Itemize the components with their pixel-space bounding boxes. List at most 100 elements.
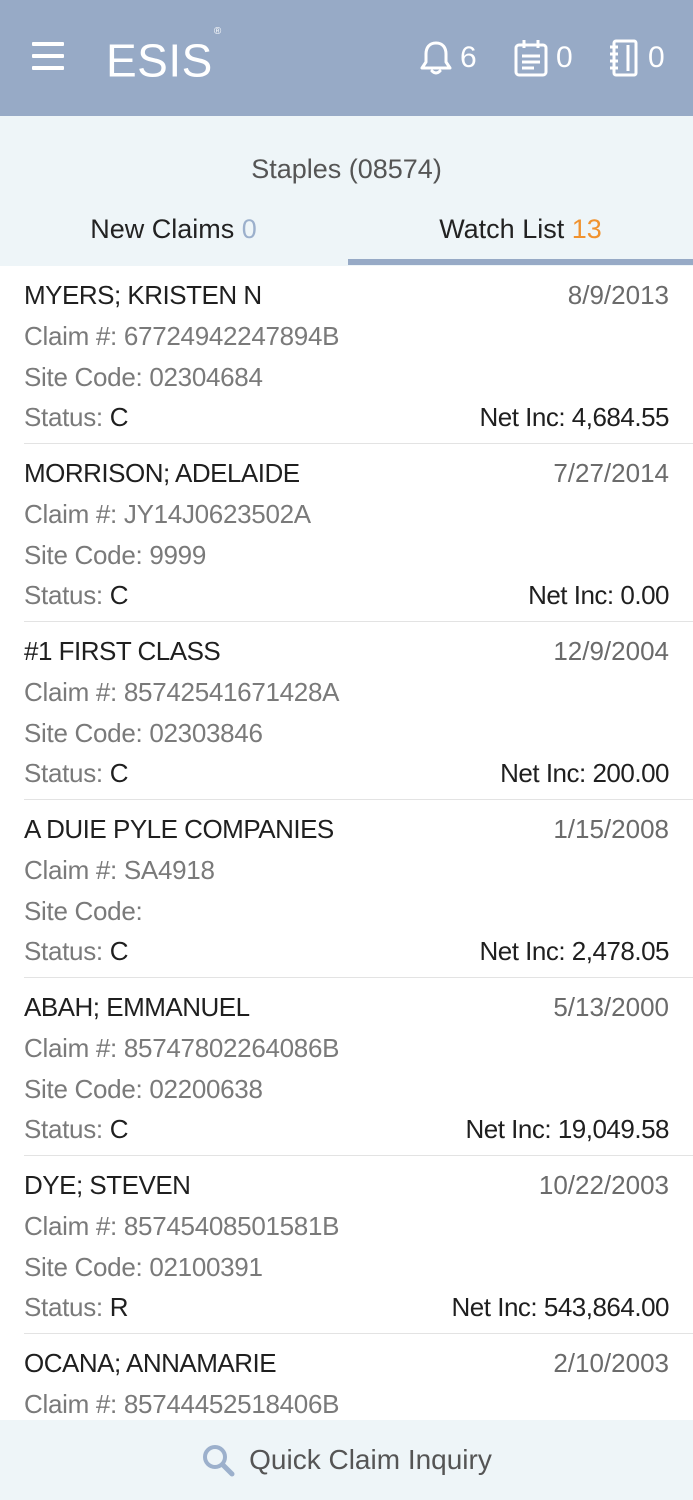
claim-number-value: 85745408501581B <box>123 1211 340 1241</box>
status: Status: C <box>24 580 129 611</box>
claim-number: Claim #: SA4918 <box>24 855 215 886</box>
claimant-name: MORRISON; ADELAIDE <box>24 458 300 488</box>
status-value: C <box>109 1114 129 1144</box>
status-value: C <box>109 402 129 432</box>
claim-number-value: 85744452518406B <box>123 1389 340 1419</box>
net-incurred: Net Inc: 0.00 <box>528 580 669 611</box>
claim-row[interactable]: A DUIE PYLE COMPANIES 1/15/2008 Claim #:… <box>24 800 693 978</box>
status-value: C <box>109 580 129 610</box>
net-incurred-label: Net Inc: <box>528 580 621 610</box>
site-code-label: Site Code: <box>24 362 150 392</box>
registered-mark: ® <box>213 26 222 37</box>
claimant-name: DYE; STEVEN <box>24 1170 191 1200</box>
site-code: Site Code: 9999 <box>24 540 206 571</box>
claim-date: 8/9/2013 <box>567 280 669 310</box>
claim-number: Claim #: 85742541671428A <box>24 677 339 708</box>
net-incurred-label: Net Inc: <box>500 758 593 788</box>
claim-number-label: Claim #: <box>24 499 124 529</box>
claimant-name: A DUIE PYLE COMPANIES <box>24 814 334 844</box>
claim-row[interactable]: MYERS; KRISTEN N 8/9/2013 Claim #: 67724… <box>24 266 693 444</box>
bell-icon <box>420 41 452 75</box>
status: Status: R <box>24 1292 129 1323</box>
net-incurred-value: 200.00 <box>592 758 669 788</box>
tab-watch-list[interactable]: Watch List 13 <box>347 210 693 266</box>
claim-number-value: SA4918 <box>123 855 215 885</box>
active-tab-indicator <box>348 259 693 265</box>
claim-number-label: Claim #: <box>24 677 124 707</box>
status-label: Status: <box>24 936 110 966</box>
quick-claim-inquiry-button[interactable]: Quick Claim Inquiry <box>0 1420 693 1500</box>
tab-new-claims-label: New Claims <box>90 214 235 244</box>
status-label: Status: <box>24 1292 110 1322</box>
claim-row[interactable]: #1 FIRST CLASS 12/9/2004 Claim #: 857425… <box>24 622 693 800</box>
tab-watch-list-label: Watch List <box>439 214 565 244</box>
notifications-button[interactable]: 6 <box>420 34 477 82</box>
claim-number-label: Claim #: <box>24 1389 124 1419</box>
site-code-label: Site Code: <box>24 896 143 926</box>
status-value: C <box>109 758 129 788</box>
claim-row[interactable]: DYE; STEVEN 10/22/2003 Claim #: 85745408… <box>24 1156 693 1334</box>
claim-number-label: Claim #: <box>24 321 124 351</box>
claim-row[interactable]: OCANA; ANNAMARIE 2/10/2003 Claim #: 8574… <box>24 1334 693 1420</box>
tab-new-claims-count: 0 <box>241 214 257 244</box>
net-incurred-value: 4,684.55 <box>571 402 670 432</box>
claim-number-value: 85742541671428A <box>123 677 340 707</box>
tab-new-claims[interactable]: New Claims 0 <box>0 210 347 266</box>
claim-date: 10/22/2003 <box>538 1170 669 1200</box>
site-code-value: 02303846 <box>149 718 263 748</box>
status-label: Status: <box>24 580 110 610</box>
claimant-name: ABAH; EMMANUEL <box>24 992 250 1022</box>
status-label: Status: <box>24 1114 110 1144</box>
claim-number: Claim #: 85745408501581B <box>24 1211 339 1242</box>
site-code: Site Code: 02303846 <box>24 718 263 749</box>
claimant-name: MYERS; KRISTEN N <box>24 280 262 310</box>
claim-date: 1/15/2008 <box>553 814 669 844</box>
documents-count: 0 <box>648 41 665 74</box>
site-code-label: Site Code: <box>24 1252 150 1282</box>
claim-number-label: Claim #: <box>24 1033 124 1063</box>
claims-list[interactable]: MYERS; KRISTEN N 8/9/2013 Claim #: 67724… <box>0 266 693 1420</box>
claim-date: 5/13/2000 <box>553 992 669 1022</box>
net-incurred-value: 19,049.58 <box>557 1114 670 1144</box>
esis-logo: ESIS® <box>106 26 221 88</box>
quick-claim-inquiry-label: Quick Claim Inquiry <box>249 1444 492 1475</box>
site-code-label: Site Code: <box>24 718 150 748</box>
net-incurred-value: 0.00 <box>620 580 669 610</box>
status: Status: C <box>24 936 129 967</box>
claim-date: 7/27/2014 <box>553 458 669 488</box>
app-header: ESIS® 6 0 0 <box>0 0 693 116</box>
net-incurred: Net Inc: 19,049.58 <box>466 1114 670 1145</box>
documents-button[interactable]: 0 <box>608 34 665 82</box>
status: Status: C <box>24 1114 129 1145</box>
calendar-count: 0 <box>556 41 573 74</box>
claim-row[interactable]: MORRISON; ADELAIDE 7/27/2014 Claim #: JY… <box>24 444 693 622</box>
notebook-icon <box>610 39 638 77</box>
site-code: Site Code: 02100391 <box>24 1252 263 1283</box>
claim-row[interactable]: ABAH; EMMANUEL 5/13/2000 Claim #: 857478… <box>24 978 693 1156</box>
client-name: Staples (08574) <box>251 154 442 184</box>
status-value: R <box>109 1292 129 1322</box>
site-code-value: 02304684 <box>149 362 263 392</box>
site-code-value: 02200638 <box>149 1074 263 1104</box>
status-label: Status: <box>24 758 110 788</box>
site-code: Site Code: 02200638 <box>24 1074 263 1105</box>
search-icon <box>203 1445 235 1477</box>
net-incurred-value: 543,864.00 <box>543 1292 670 1322</box>
claimant-name: #1 FIRST CLASS <box>24 636 221 666</box>
claim-number: Claim #: JY14J0623502A <box>24 499 311 530</box>
claim-number-label: Claim #: <box>24 855 124 885</box>
status: Status: C <box>24 402 129 433</box>
net-incurred-label: Net Inc: <box>465 1114 558 1144</box>
hamburger-menu-icon[interactable] <box>32 42 64 70</box>
site-code-label: Site Code: <box>24 1074 150 1104</box>
net-incurred-label: Net Inc: <box>451 1292 544 1322</box>
calendar-button[interactable]: 0 <box>514 34 573 82</box>
net-incurred: Net Inc: 2,478.05 <box>479 936 669 967</box>
calendar-icon <box>514 40 548 77</box>
site-code-value: 02100391 <box>149 1252 263 1282</box>
claim-number-value: 67724942247894B <box>123 321 340 351</box>
claim-number-label: Claim #: <box>24 1211 124 1241</box>
notifications-count: 6 <box>460 41 477 74</box>
status-label: Status: <box>24 402 110 432</box>
claim-number: Claim #: 85744452518406B <box>24 1389 339 1420</box>
